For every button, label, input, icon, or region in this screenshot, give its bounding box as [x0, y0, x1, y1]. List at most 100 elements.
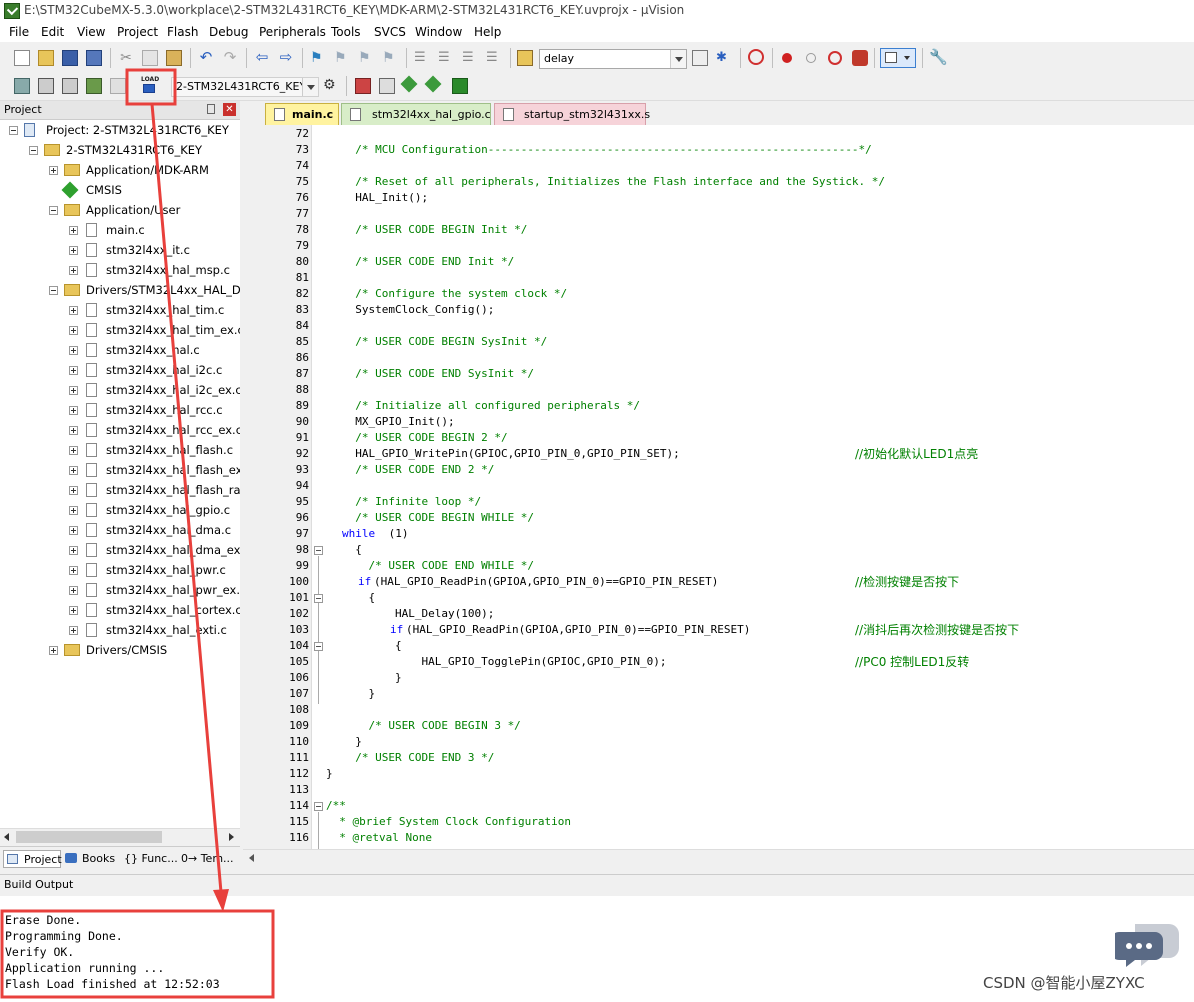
target-options-icon[interactable]: ⚙ [323, 77, 339, 93]
fold-toggle-icon[interactable] [314, 546, 323, 555]
target-combo[interactable]: 2-STM32L431RCT6_KEY [171, 77, 319, 97]
pack-installer-icon[interactable] [452, 78, 468, 94]
paste-icon[interactable] [166, 50, 182, 66]
copy-icon[interactable] [142, 50, 158, 66]
window-layout-button[interactable] [880, 48, 916, 68]
find-combo[interactable]: delay [539, 49, 687, 69]
tree-item-file[interactable]: stm32l4xx_hal_tim_ex.c [0, 321, 240, 341]
tree-item-file[interactable]: stm32l4xx_hal_rcc.c [0, 401, 240, 421]
pin-icon[interactable] [207, 104, 215, 114]
tree-item-group[interactable]: Drivers/CMSIS [0, 641, 240, 661]
tab-project[interactable]: Project [3, 850, 62, 868]
chevron-down-icon[interactable] [670, 50, 686, 68]
new-file-icon[interactable] [14, 50, 30, 66]
tree-item-group[interactable]: CMSIS [0, 181, 240, 201]
tab-hal-gpio-c[interactable]: stm32l4xx_hal_gpio.c [341, 103, 491, 125]
prev-bookmark-icon[interactable]: ⚑ [334, 50, 350, 66]
uncomment-icon[interactable]: ☰ [486, 50, 502, 66]
tree-item-file[interactable]: stm32l4xx_hal_tim.c [0, 301, 240, 321]
menu-file[interactable]: File [9, 25, 29, 39]
kill-breakpoints-icon[interactable] [828, 51, 842, 65]
tree-item-file[interactable]: stm32l4xx_hal_gpio.c [0, 501, 240, 521]
tab-templates[interactable]: 0→ Tem... [179, 850, 237, 868]
tree-item-file[interactable]: stm32l4xx_hal_i2c.c [0, 361, 240, 381]
menu-help[interactable]: Help [474, 25, 501, 39]
tree-item-file[interactable]: stm32l4xx_hal_flash_ram [0, 481, 240, 501]
manage-run-time-icon[interactable] [400, 75, 418, 93]
incremental-find-icon[interactable]: ✱ [716, 50, 732, 66]
translate-icon[interactable] [14, 78, 30, 94]
disable-breakpoint-icon[interactable] [806, 53, 816, 63]
file-extensions-icon[interactable] [355, 78, 371, 94]
select-packs-icon[interactable] [424, 75, 442, 93]
nav-back-icon[interactable]: ⇦ [254, 49, 270, 65]
clear-breakpoints-icon[interactable] [852, 50, 868, 66]
scroll-left-icon[interactable] [249, 854, 254, 862]
comment-icon[interactable]: ☰ [462, 50, 478, 66]
tree-item-project[interactable]: Project: 2-STM32L431RCT6_KEY [0, 121, 240, 141]
breakpoint-icon[interactable] [782, 53, 792, 63]
menu-window[interactable]: Window [415, 25, 462, 39]
menu-view[interactable]: View [77, 25, 105, 39]
scroll-right-icon[interactable] [229, 833, 234, 841]
configure-icon[interactable]: 🔧 [929, 49, 948, 65]
start-debug-icon[interactable] [748, 49, 764, 65]
find-icon[interactable] [692, 50, 708, 66]
tree-item-file[interactable]: stm32l4xx_hal_i2c_ex.c [0, 381, 240, 401]
tab-functions[interactable]: {} Func... [122, 850, 178, 868]
menu-edit[interactable]: Edit [41, 25, 64, 39]
close-icon[interactable]: ✕ [223, 103, 236, 116]
build-icon[interactable] [38, 78, 54, 94]
manage-components-icon[interactable] [379, 78, 395, 94]
scroll-thumb[interactable] [16, 831, 162, 843]
find-in-files-icon[interactable] [517, 50, 533, 66]
tree-item-file[interactable]: stm32l4xx_hal_exti.c [0, 621, 240, 641]
chevron-down-icon[interactable] [302, 78, 318, 96]
tree-item-file[interactable]: stm32l4xx_hal_rcc_ex.c [0, 421, 240, 441]
redo-icon[interactable]: ↷ [222, 49, 238, 65]
menu-tools[interactable]: Tools [331, 25, 361, 39]
tree-item-file[interactable]: stm32l4xx_hal_msp.c [0, 261, 240, 281]
editor-hscrollbar[interactable] [243, 849, 1194, 867]
tree-item-file[interactable]: stm32l4xx_hal_dma.c [0, 521, 240, 541]
stop-build-icon[interactable] [110, 78, 126, 94]
tree-item-group[interactable]: Application/User [0, 201, 240, 221]
cut-icon[interactable]: ✂ [118, 50, 134, 66]
tree-item-file[interactable]: stm32l4xx_hal_flash.c [0, 441, 240, 461]
tree-item-target[interactable]: 2-STM32L431RCT6_KEY [0, 141, 240, 161]
menu-debug[interactable]: Debug [209, 25, 248, 39]
tab-main-c[interactable]: main.c [265, 103, 339, 125]
tree-item-file[interactable]: stm32l4xx_it.c [0, 241, 240, 261]
menu-project[interactable]: Project [117, 25, 158, 39]
nav-forward-icon[interactable]: ⇨ [278, 49, 294, 65]
fold-toggle-icon[interactable] [314, 642, 323, 651]
scroll-left-icon[interactable] [4, 833, 9, 841]
indent-icon[interactable]: ☰ [414, 50, 430, 66]
next-bookmark-icon[interactable]: ⚑ [358, 50, 374, 66]
tree-item-file[interactable]: stm32l4xx_hal.c [0, 341, 240, 361]
tab-startup-s[interactable]: startup_stm32l431xx.s [494, 103, 650, 125]
fold-toggle-icon[interactable] [314, 802, 323, 811]
save-icon[interactable] [62, 50, 78, 66]
unindent-icon[interactable]: ☰ [438, 50, 454, 66]
save-all-icon[interactable] [86, 50, 102, 66]
bookmark-icon[interactable]: ⚑ [310, 50, 326, 66]
load-button[interactable]: LOAD [134, 75, 166, 97]
tree-item-file[interactable]: stm32l4xx_hal_pwr.c [0, 561, 240, 581]
tree-item-file[interactable]: stm32l4xx_hal_flash_ex.c [0, 461, 240, 481]
clear-bookmarks-icon[interactable]: ⚑ [382, 50, 398, 66]
menu-svcs[interactable]: SVCS [374, 25, 406, 39]
fold-toggle-icon[interactable] [314, 594, 323, 603]
tree-item-file[interactable]: stm32l4xx_hal_pwr_ex.c [0, 581, 240, 601]
code-editor[interactable]: 72 73 74 75 76 77 78 79 80 81 82 83 84 8… [243, 125, 1194, 849]
tree-item-group[interactable]: Drivers/STM32L4xx_HAL_Driv [0, 281, 240, 301]
undo-icon[interactable]: ↶ [198, 49, 214, 65]
project-hscrollbar[interactable] [0, 828, 240, 846]
rebuild-icon[interactable] [62, 78, 78, 94]
open-folder-icon[interactable] [38, 50, 54, 66]
tab-books[interactable]: Books [63, 850, 119, 868]
batch-build-icon[interactable] [86, 78, 102, 94]
tree-item-file[interactable]: main.c [0, 221, 240, 241]
tree-item-file[interactable]: stm32l4xx_hal_cortex.c [0, 601, 240, 621]
tree-item-group[interactable]: Application/MDK-ARM [0, 161, 240, 181]
